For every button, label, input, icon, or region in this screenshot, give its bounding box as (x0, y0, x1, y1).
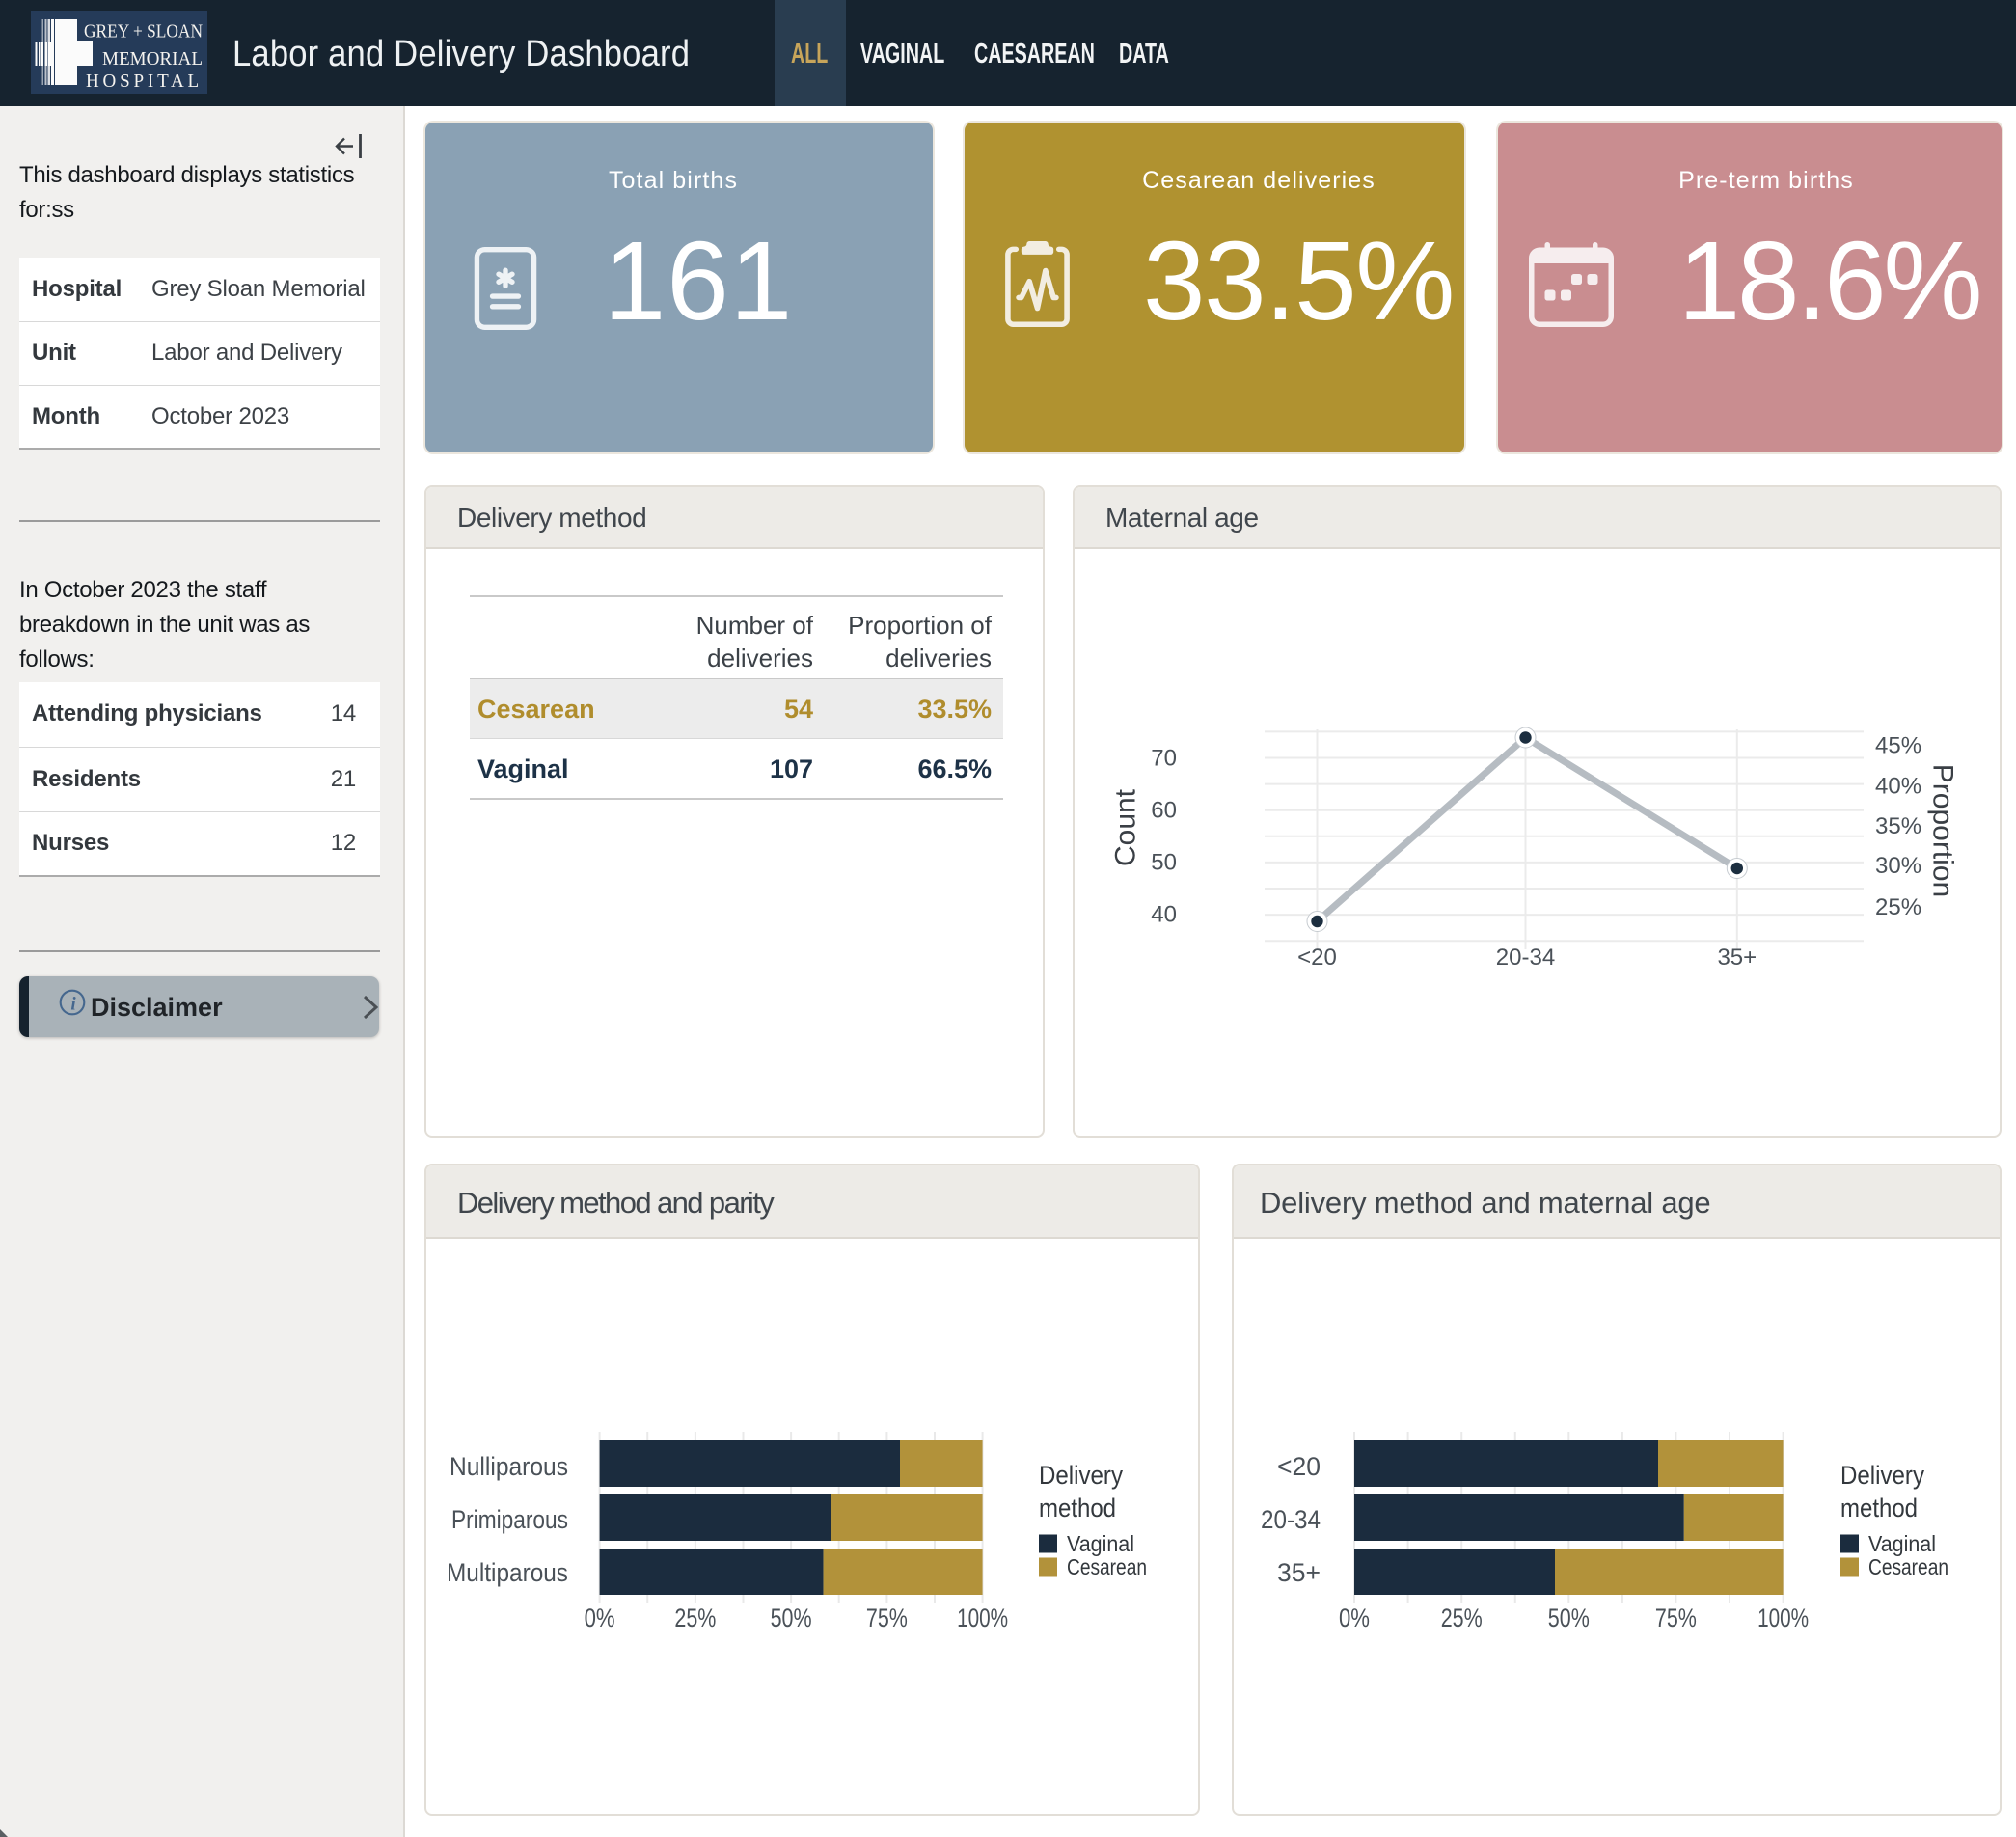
svg-text:method: method (1039, 1494, 1116, 1522)
svg-text:35+: 35+ (1277, 1558, 1321, 1587)
svg-text:40: 40 (1151, 902, 1177, 928)
svg-text:Primiparous: Primiparous (451, 1505, 568, 1534)
svg-text:25%: 25% (674, 1604, 716, 1632)
svg-text:Count: Count (1110, 788, 1142, 866)
svg-text:100%: 100% (957, 1604, 1008, 1632)
svg-text:Cesarean: Cesarean (1868, 1554, 1948, 1579)
svg-text:Vaginal: Vaginal (1868, 1531, 1936, 1556)
svg-text:Delivery: Delivery (1840, 1461, 1924, 1490)
svg-text:Multiparous: Multiparous (447, 1558, 568, 1587)
svg-text:GREY + SLOAN: GREY + SLOAN (84, 21, 203, 42)
svg-text:25%: 25% (1875, 894, 1921, 920)
svg-text:i: i (70, 995, 76, 1015)
svg-text:30%: 30% (1875, 853, 1921, 879)
svg-text:75%: 75% (1655, 1604, 1697, 1632)
svg-text:HOSPITAL: HOSPITAL (86, 70, 203, 92)
svg-text:Vaginal: Vaginal (1067, 1531, 1134, 1556)
svg-text:70: 70 (1151, 746, 1177, 772)
svg-text:MEMORIAL: MEMORIAL (102, 48, 203, 69)
svg-text:0%: 0% (585, 1604, 615, 1632)
svg-text:25%: 25% (1441, 1604, 1483, 1632)
svg-text:20-34: 20-34 (1261, 1505, 1321, 1534)
svg-text:<20: <20 (1297, 945, 1337, 971)
svg-text:0%: 0% (1339, 1604, 1370, 1632)
svg-text:method: method (1840, 1494, 1918, 1522)
svg-text:Nulliparous: Nulliparous (450, 1452, 568, 1481)
svg-text:45%: 45% (1875, 732, 1921, 758)
svg-text:40%: 40% (1875, 774, 1921, 800)
svg-text:100%: 100% (1757, 1604, 1809, 1632)
svg-text:60: 60 (1151, 798, 1177, 824)
svg-text:35+: 35+ (1717, 945, 1757, 971)
svg-text:75%: 75% (866, 1604, 908, 1632)
svg-text:Cesarean: Cesarean (1067, 1554, 1147, 1579)
svg-text:20-34: 20-34 (1496, 945, 1555, 971)
svg-text:50%: 50% (1548, 1604, 1590, 1632)
svg-text:<20: <20 (1277, 1452, 1321, 1481)
svg-text:35%: 35% (1875, 813, 1921, 839)
svg-text:Delivery: Delivery (1039, 1461, 1123, 1490)
svg-text:Proportion: Proportion (1927, 764, 1959, 897)
svg-text:50%: 50% (771, 1604, 812, 1632)
svg-text:50: 50 (1151, 850, 1177, 876)
